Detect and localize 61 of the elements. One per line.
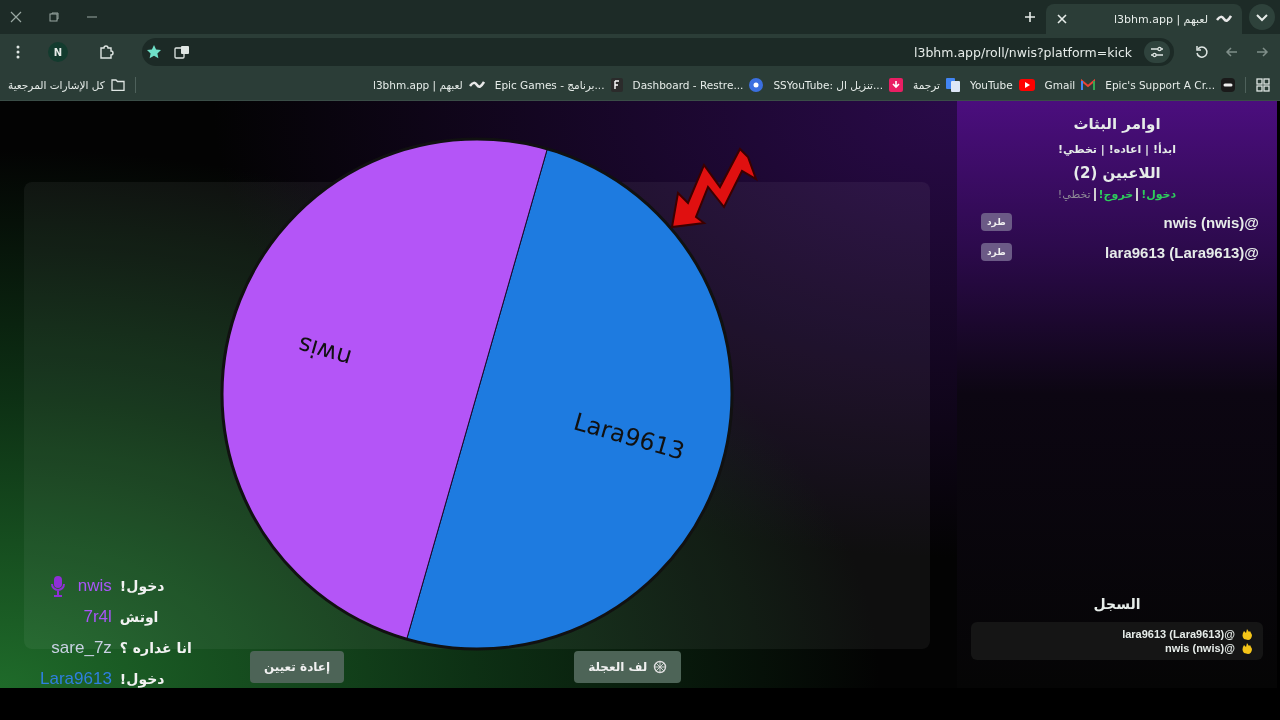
command-label: دخول! — [1136, 188, 1180, 201]
apps-icon[interactable] — [1256, 78, 1270, 92]
command-list: ابدأ! | اعاده! | تخطي! — [971, 143, 1263, 156]
bookmark[interactable]: Epic Games - برنامج... — [494, 78, 623, 92]
site-icon — [889, 78, 903, 92]
chat-username: nwis — [77, 575, 112, 596]
close-icon[interactable] — [10, 11, 22, 23]
tab-list-icon[interactable] — [1248, 3, 1276, 31]
chat-username: sare_7z — [51, 637, 112, 658]
site-settings-icon[interactable] — [1150, 46, 1164, 58]
chat-message: !دخول — [119, 577, 166, 594]
site-icon — [1081, 79, 1096, 91]
bookmark[interactable]: SSYouTube: تنزيل ال... — [773, 78, 903, 92]
site-icon — [1216, 14, 1232, 24]
wheel-icon — [653, 660, 668, 674]
new-tab-icon[interactable] — [1024, 11, 1036, 23]
bookmark[interactable]: Gmail — [1044, 79, 1096, 91]
site-icon — [945, 78, 960, 92]
kick-button[interactable]: طرد — [981, 213, 1012, 231]
prize-wheel[interactable] — [220, 137, 734, 651]
command-label: تخطي! — [1056, 188, 1092, 201]
bookmark[interactable]: Epic's Support A Cr... — [1105, 78, 1235, 92]
chat-message: انا غداره ؟ — [119, 639, 193, 656]
players-heading: اللاعبين (2) — [1072, 164, 1162, 182]
command-label: خروج! — [1093, 188, 1137, 201]
site-icon — [1221, 78, 1235, 92]
chat-message: !دخول — [119, 670, 166, 687]
bookmark[interactable]: لعبهم | l3bhm.app — [373, 79, 485, 91]
log-entry: @lara9613 (Lara9613) — [1122, 628, 1235, 640]
chat-username: 7r4l — [83, 606, 112, 627]
reload-icon[interactable] — [1194, 44, 1210, 60]
player-name: @lara9613 (Lara9613) — [1105, 243, 1259, 261]
site-icon — [468, 80, 485, 90]
player-name: @nwis (nwis) — [1163, 213, 1259, 231]
site-icon — [749, 78, 764, 92]
folder-icon — [110, 79, 125, 91]
site-icon — [1018, 79, 1035, 91]
extensions-icon[interactable] — [98, 44, 114, 60]
bookmark-folder[interactable]: كل الإشارات المرجعية — [8, 79, 125, 91]
microphone-icon — [49, 574, 66, 597]
bookmark[interactable]: ترجمة — [913, 78, 960, 92]
tab-title: لعبهم | l3bhm.app — [1114, 12, 1208, 26]
url-text: l3bhm.app/roll/nwis?platform=kick — [913, 44, 1132, 60]
segment-label: nwis — [294, 330, 355, 373]
kick-button[interactable]: طرد — [981, 243, 1012, 261]
bookmark[interactable]: YouTube — [969, 79, 1035, 91]
restore-icon[interactable] — [48, 11, 60, 23]
log-heading: السجل — [1092, 596, 1142, 612]
chat-message: اوتش — [119, 608, 160, 625]
profile-avatar[interactable]: N — [48, 42, 68, 62]
log-entry: @nwis (nwis) — [1165, 642, 1235, 654]
star-icon[interactable] — [146, 44, 162, 60]
site-icon — [610, 78, 623, 92]
panel-title: اوامر البثاث — [1072, 115, 1162, 133]
chat-username: Lara9613 — [40, 668, 112, 689]
address-bar[interactable]: l3bhm.app/roll/nwis?platform=kick — [142, 38, 1174, 66]
browser-tab[interactable]: لعبهم | l3bhm.app — [1046, 4, 1242, 34]
bookmark[interactable]: Dashboard - Restre... — [632, 78, 764, 92]
translate-icon[interactable] — [174, 44, 190, 60]
spin-button[interactable]: لف العجلة — [574, 651, 682, 683]
reset-button[interactable]: إعادة تعيين — [250, 651, 345, 683]
